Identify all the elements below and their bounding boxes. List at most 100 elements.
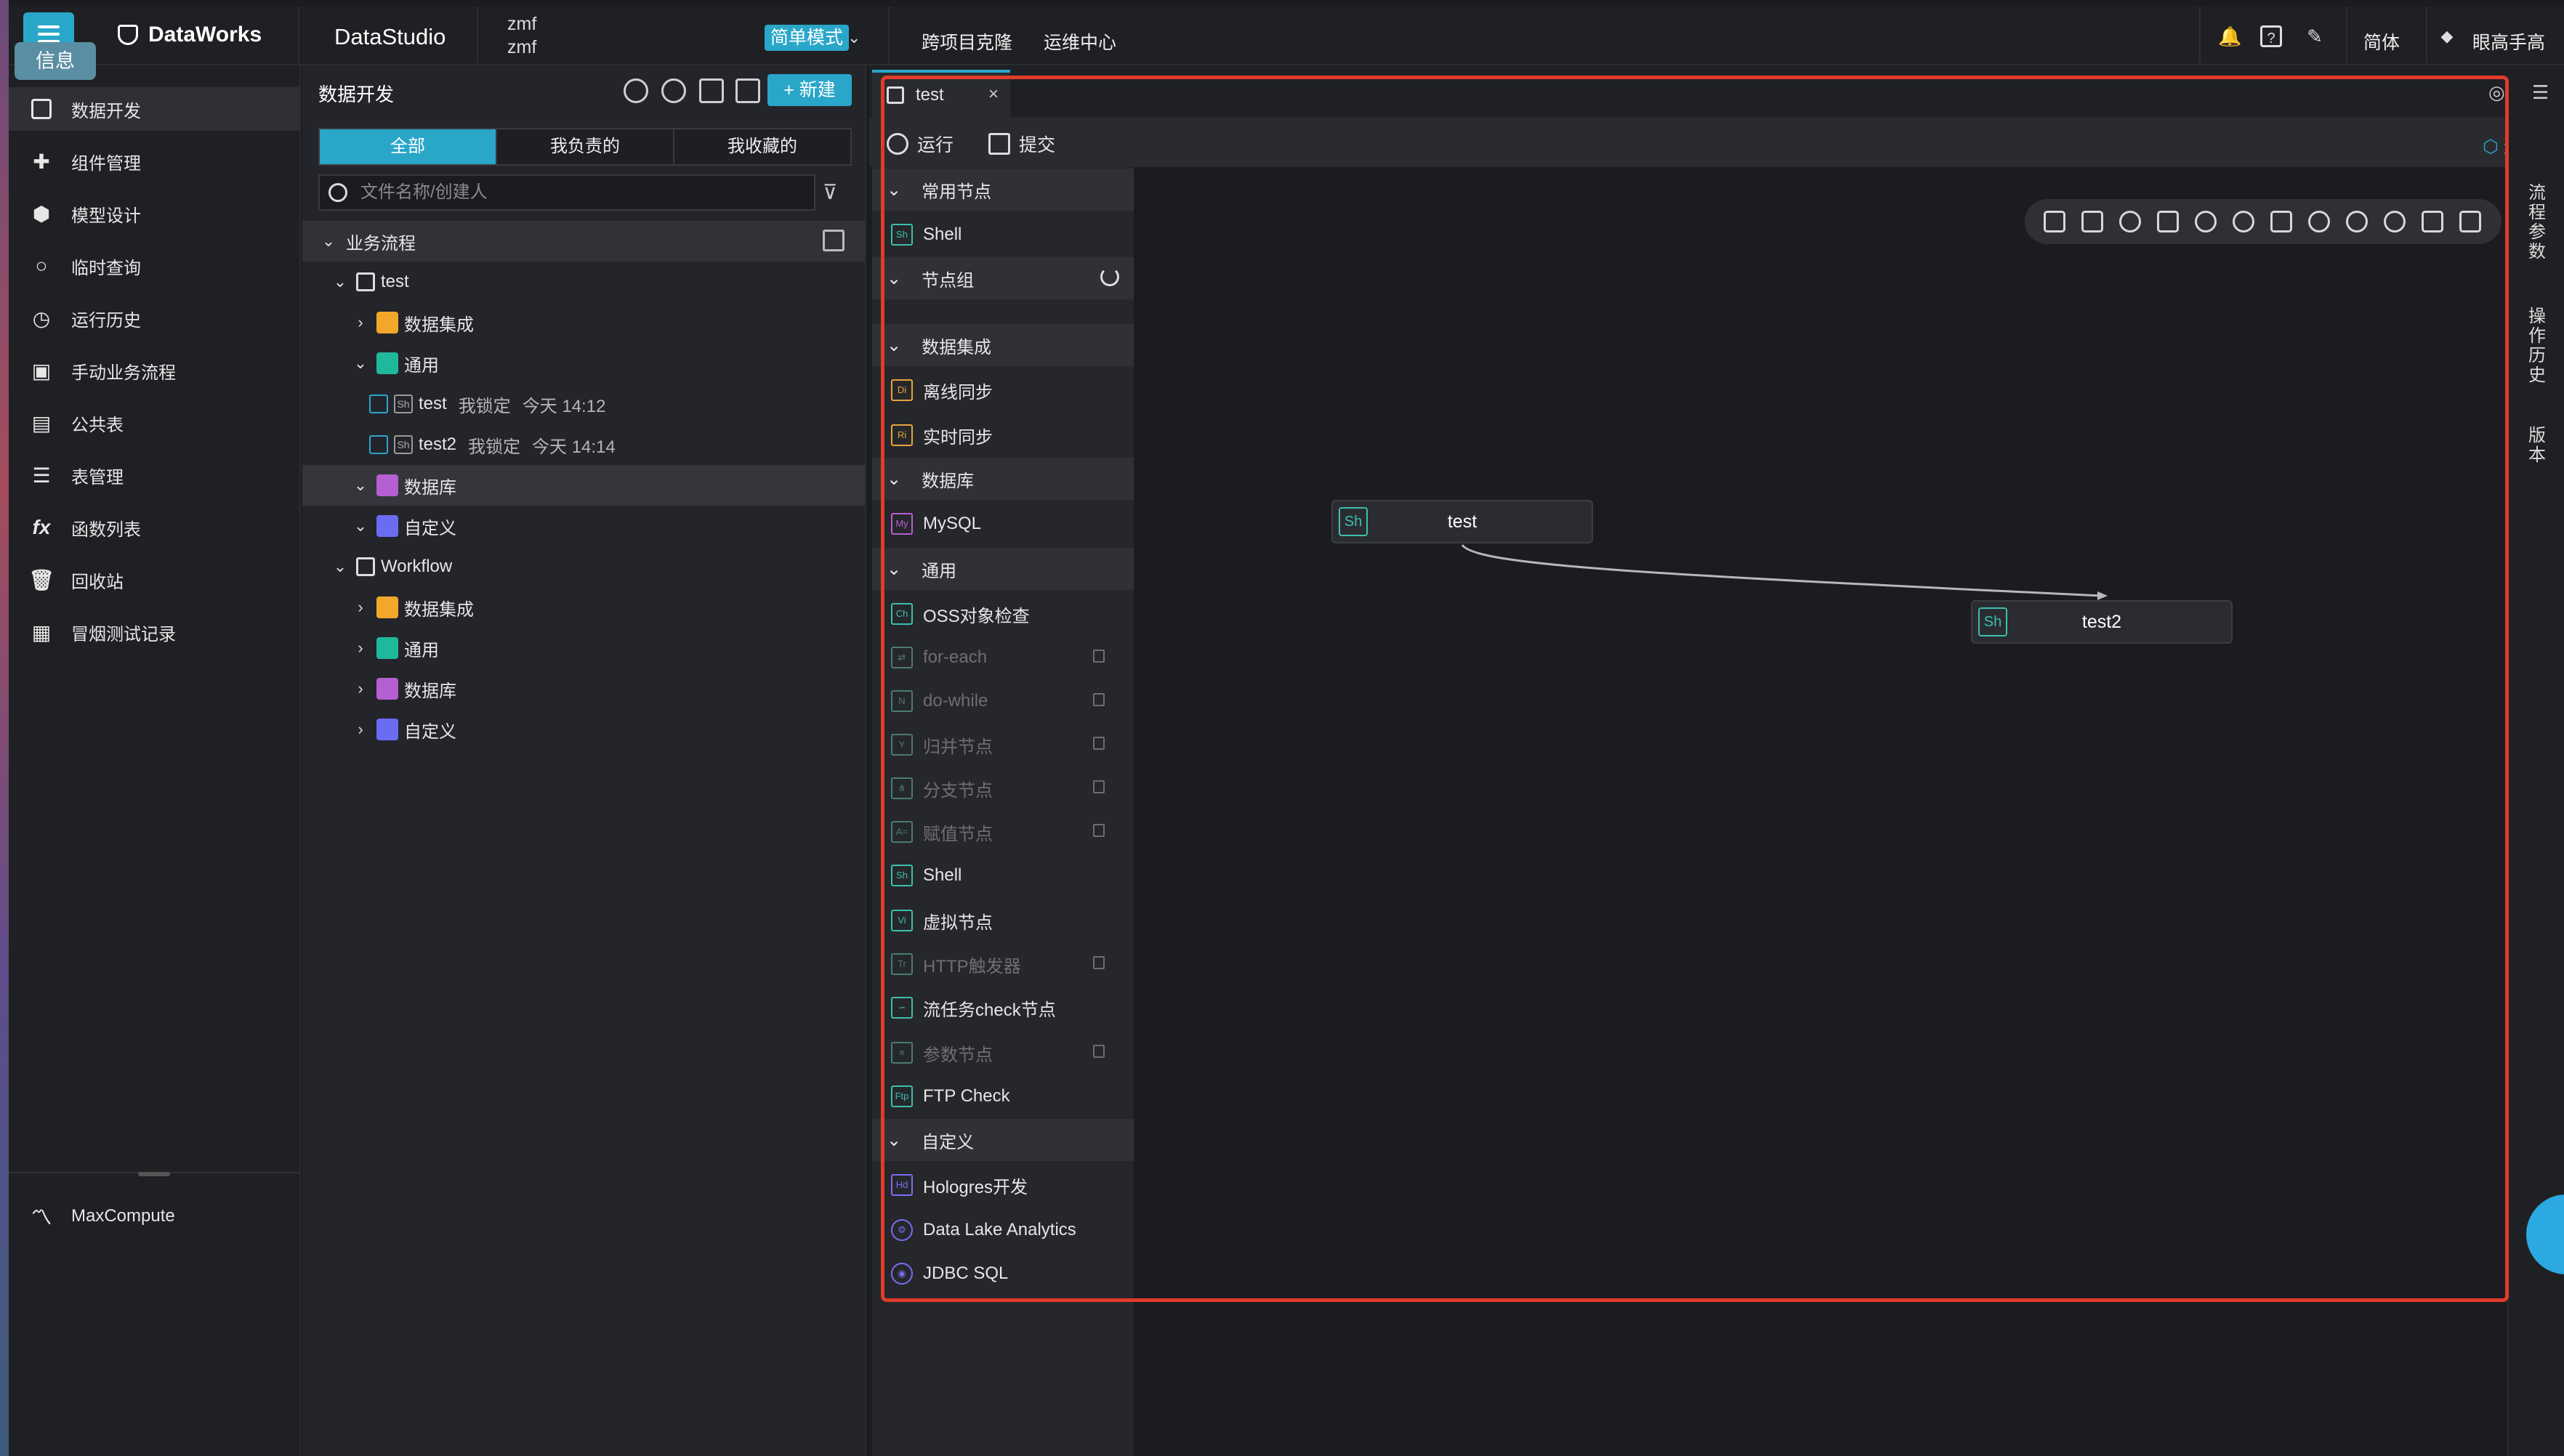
tree-folder-database[interactable]: ⌄ 数据库 (302, 465, 865, 506)
group-general[interactable]: ⌄ 通用 (872, 548, 1134, 590)
tree-file-test2[interactable]: Sh test2 我锁定 今天 14:14 (302, 424, 865, 465)
project-selector[interactable]: zmf zmf (507, 12, 536, 59)
tab-all[interactable]: 全部 (320, 129, 497, 164)
panel-title: 数据开发 (318, 84, 395, 105)
node-oss[interactable]: Ch OSS对象检查 (872, 593, 1134, 635)
tree-folder-custom-2[interactable]: › 自定义 (302, 709, 865, 750)
help-icon[interactable]: ? (2260, 25, 2282, 47)
node-virtual[interactable]: Vi 虚拟节点 (872, 899, 1134, 942)
rail-flow-params[interactable]: 流程参数 (2526, 183, 2548, 262)
jdbc-icon: ◉ (891, 1263, 913, 1285)
group-node-group[interactable]: ⌄ 节点组 (872, 257, 1134, 299)
filter-icon[interactable]: ⊽ (823, 180, 847, 205)
sidebar-item-history[interactable]: ◷ 运行历史 (9, 296, 299, 340)
hologres-icon: Hd (891, 1174, 913, 1196)
language-switch[interactable]: 简体 (2363, 28, 2400, 54)
tree-file-test[interactable]: Sh test 我锁定 今天 14:12 (302, 384, 865, 424)
studio-title[interactable]: DataStudio (334, 24, 446, 50)
rail-op-history[interactable]: 操作历史 (2526, 307, 2548, 385)
virtual-icon: Vi (891, 910, 913, 931)
node-branch[interactable]: ⋔ 分支节点 (872, 767, 1134, 809)
hamburger-icon[interactable]: ☰ (2532, 81, 2549, 104)
sidebar-item-functions[interactable]: fx 函数列表 (9, 506, 299, 549)
sidebar-item-model[interactable]: ⬢ 模型设计 (9, 192, 299, 235)
close-icon[interactable]: × (988, 84, 999, 105)
run-button[interactable]: 运行 (887, 131, 954, 157)
top-bar: DataWorks DataStudio zmf zmf 简单模式 ⌄ 跨项目克… (9, 7, 2564, 65)
tab-test[interactable]: test × (872, 70, 1010, 118)
node-param[interactable]: ≡ 参数节点 (872, 1032, 1134, 1074)
wrench-icon[interactable]: ✎ (2304, 25, 2326, 47)
http-icon: Tr (891, 953, 913, 975)
sidebar-item-public-table[interactable]: ▤ 公共表 (9, 401, 299, 445)
editor-toolbar: 运行 提交 (869, 118, 2507, 167)
locate-icon[interactable] (661, 78, 686, 103)
node-mysql[interactable]: My MySQL (872, 503, 1134, 545)
new-button[interactable]: + 新建 (767, 74, 852, 106)
shell-icon: Sh (891, 224, 913, 246)
tree-folder-general-2[interactable]: › 通用 (302, 628, 865, 668)
node-merge[interactable]: Y 归并节点 (872, 724, 1134, 766)
integration-icon (376, 596, 398, 618)
brand[interactable]: DataWorks (118, 23, 262, 47)
node-stream-check[interactable]: ∽ 流任务check节点 (872, 987, 1134, 1029)
sidebar-item-smoke-test[interactable]: ▦ 冒烟测试记录 (9, 610, 299, 654)
canvas-node-test[interactable]: Sh test (1331, 500, 1593, 543)
flow-icon (356, 272, 375, 291)
node-shell[interactable]: Sh Shell (872, 214, 1134, 256)
refresh-icon[interactable] (624, 78, 648, 103)
rail-version[interactable]: 版本 (2526, 426, 2548, 465)
tree-folder-custom[interactable]: ⌄ 自定义 (302, 506, 865, 546)
tree-folder-general[interactable]: ⌄ 通用 (302, 343, 865, 384)
node-assign[interactable]: A= 赋值节点 (872, 811, 1134, 853)
dataworks-logo-icon (118, 25, 138, 45)
refresh-icon[interactable] (1100, 267, 1119, 286)
node-http[interactable]: Tr HTTP触发器 (872, 943, 1134, 985)
sidebar-item-components[interactable]: ✚ 组件管理 (9, 139, 299, 183)
bell-icon[interactable]: 🔔 (2218, 25, 2241, 47)
node-hologres[interactable]: Hd Hologres开发 (872, 1164, 1134, 1206)
user-name[interactable]: 眼高手高 (2472, 28, 2545, 54)
node-realtime-sync[interactable]: Ri 实时同步 (872, 414, 1134, 456)
flow-canvas[interactable]: Sh test Sh test2 (1134, 167, 2507, 1456)
submit-button[interactable]: 提交 (988, 131, 1055, 157)
node-jdbc[interactable]: ◉ JDBC SQL (872, 1253, 1134, 1295)
nav-clone[interactable]: 跨项目克隆 (922, 28, 1012, 54)
tree-flow-test[interactable]: ⌄ test (302, 262, 865, 302)
tab-mine[interactable]: 我负责的 (497, 129, 674, 164)
sidebar-item-manual-flow[interactable]: ▣ 手动业务流程 (9, 349, 299, 392)
node-foreach[interactable]: ⇄ for-each (872, 636, 1134, 679)
sidebar-item-recycle[interactable]: 🗑 回收站 (9, 558, 299, 602)
tab-favorites[interactable]: 我收藏的 (674, 129, 850, 164)
search-input[interactable] (360, 182, 797, 203)
checklist-icon[interactable] (699, 78, 724, 103)
import-icon[interactable] (735, 78, 760, 103)
group-integration[interactable]: ⌄ 数据集成 (872, 324, 1134, 366)
group-database[interactable]: ⌄ 数据库 (872, 458, 1134, 500)
group-common[interactable]: ⌄ 常用节点 (872, 169, 1134, 211)
tree-folder-database-2[interactable]: › 数据库 (302, 668, 865, 709)
tree-folder-integration-2[interactable]: › 数据集成 (302, 587, 865, 628)
tree-root-business-flow[interactable]: ⌄ 业务流程 (302, 221, 865, 262)
chevron-circle-icon[interactable]: ◎ (2488, 81, 2505, 104)
sidebar-item-data-dev[interactable]: 数据开发 (9, 87, 299, 131)
node-dla[interactable]: ⚙ Data Lake Analytics (872, 1209, 1134, 1251)
node-offline-sync[interactable]: Di 离线同步 (872, 369, 1134, 411)
node-shell-2[interactable]: Sh Shell (872, 854, 1134, 897)
sidebar-item-maxcompute[interactable]: 〽 MaxCompute (9, 1194, 299, 1238)
nav-ops-center[interactable]: 运维中心 (1044, 28, 1116, 54)
resize-handle[interactable] (138, 1172, 170, 1176)
node-dowhile[interactable]: Ndo-while (872, 680, 1134, 722)
mode-badge[interactable]: 简单模式 (765, 25, 850, 51)
tree-folder-integration[interactable]: › 数据集成 (302, 302, 865, 343)
chevron-down-icon[interactable]: ⌄ (847, 28, 860, 47)
group-custom[interactable]: ⌄ 自定义 (872, 1119, 1134, 1161)
sidebar-item-table-mgmt[interactable]: ☰ 表管理 (9, 453, 299, 497)
sidebar-item-query[interactable]: ○ 临时查询 (9, 244, 299, 288)
node-ftp[interactable]: Ftp FTP Check (872, 1075, 1134, 1117)
canvas-node-test2[interactable]: Sh test2 (1971, 600, 2233, 644)
grid-icon[interactable] (823, 230, 844, 251)
merge-icon: Y (891, 734, 913, 756)
table-icon: ▤ (31, 411, 52, 434)
tree-flow-workflow[interactable]: ⌄ Workflow (302, 546, 865, 587)
